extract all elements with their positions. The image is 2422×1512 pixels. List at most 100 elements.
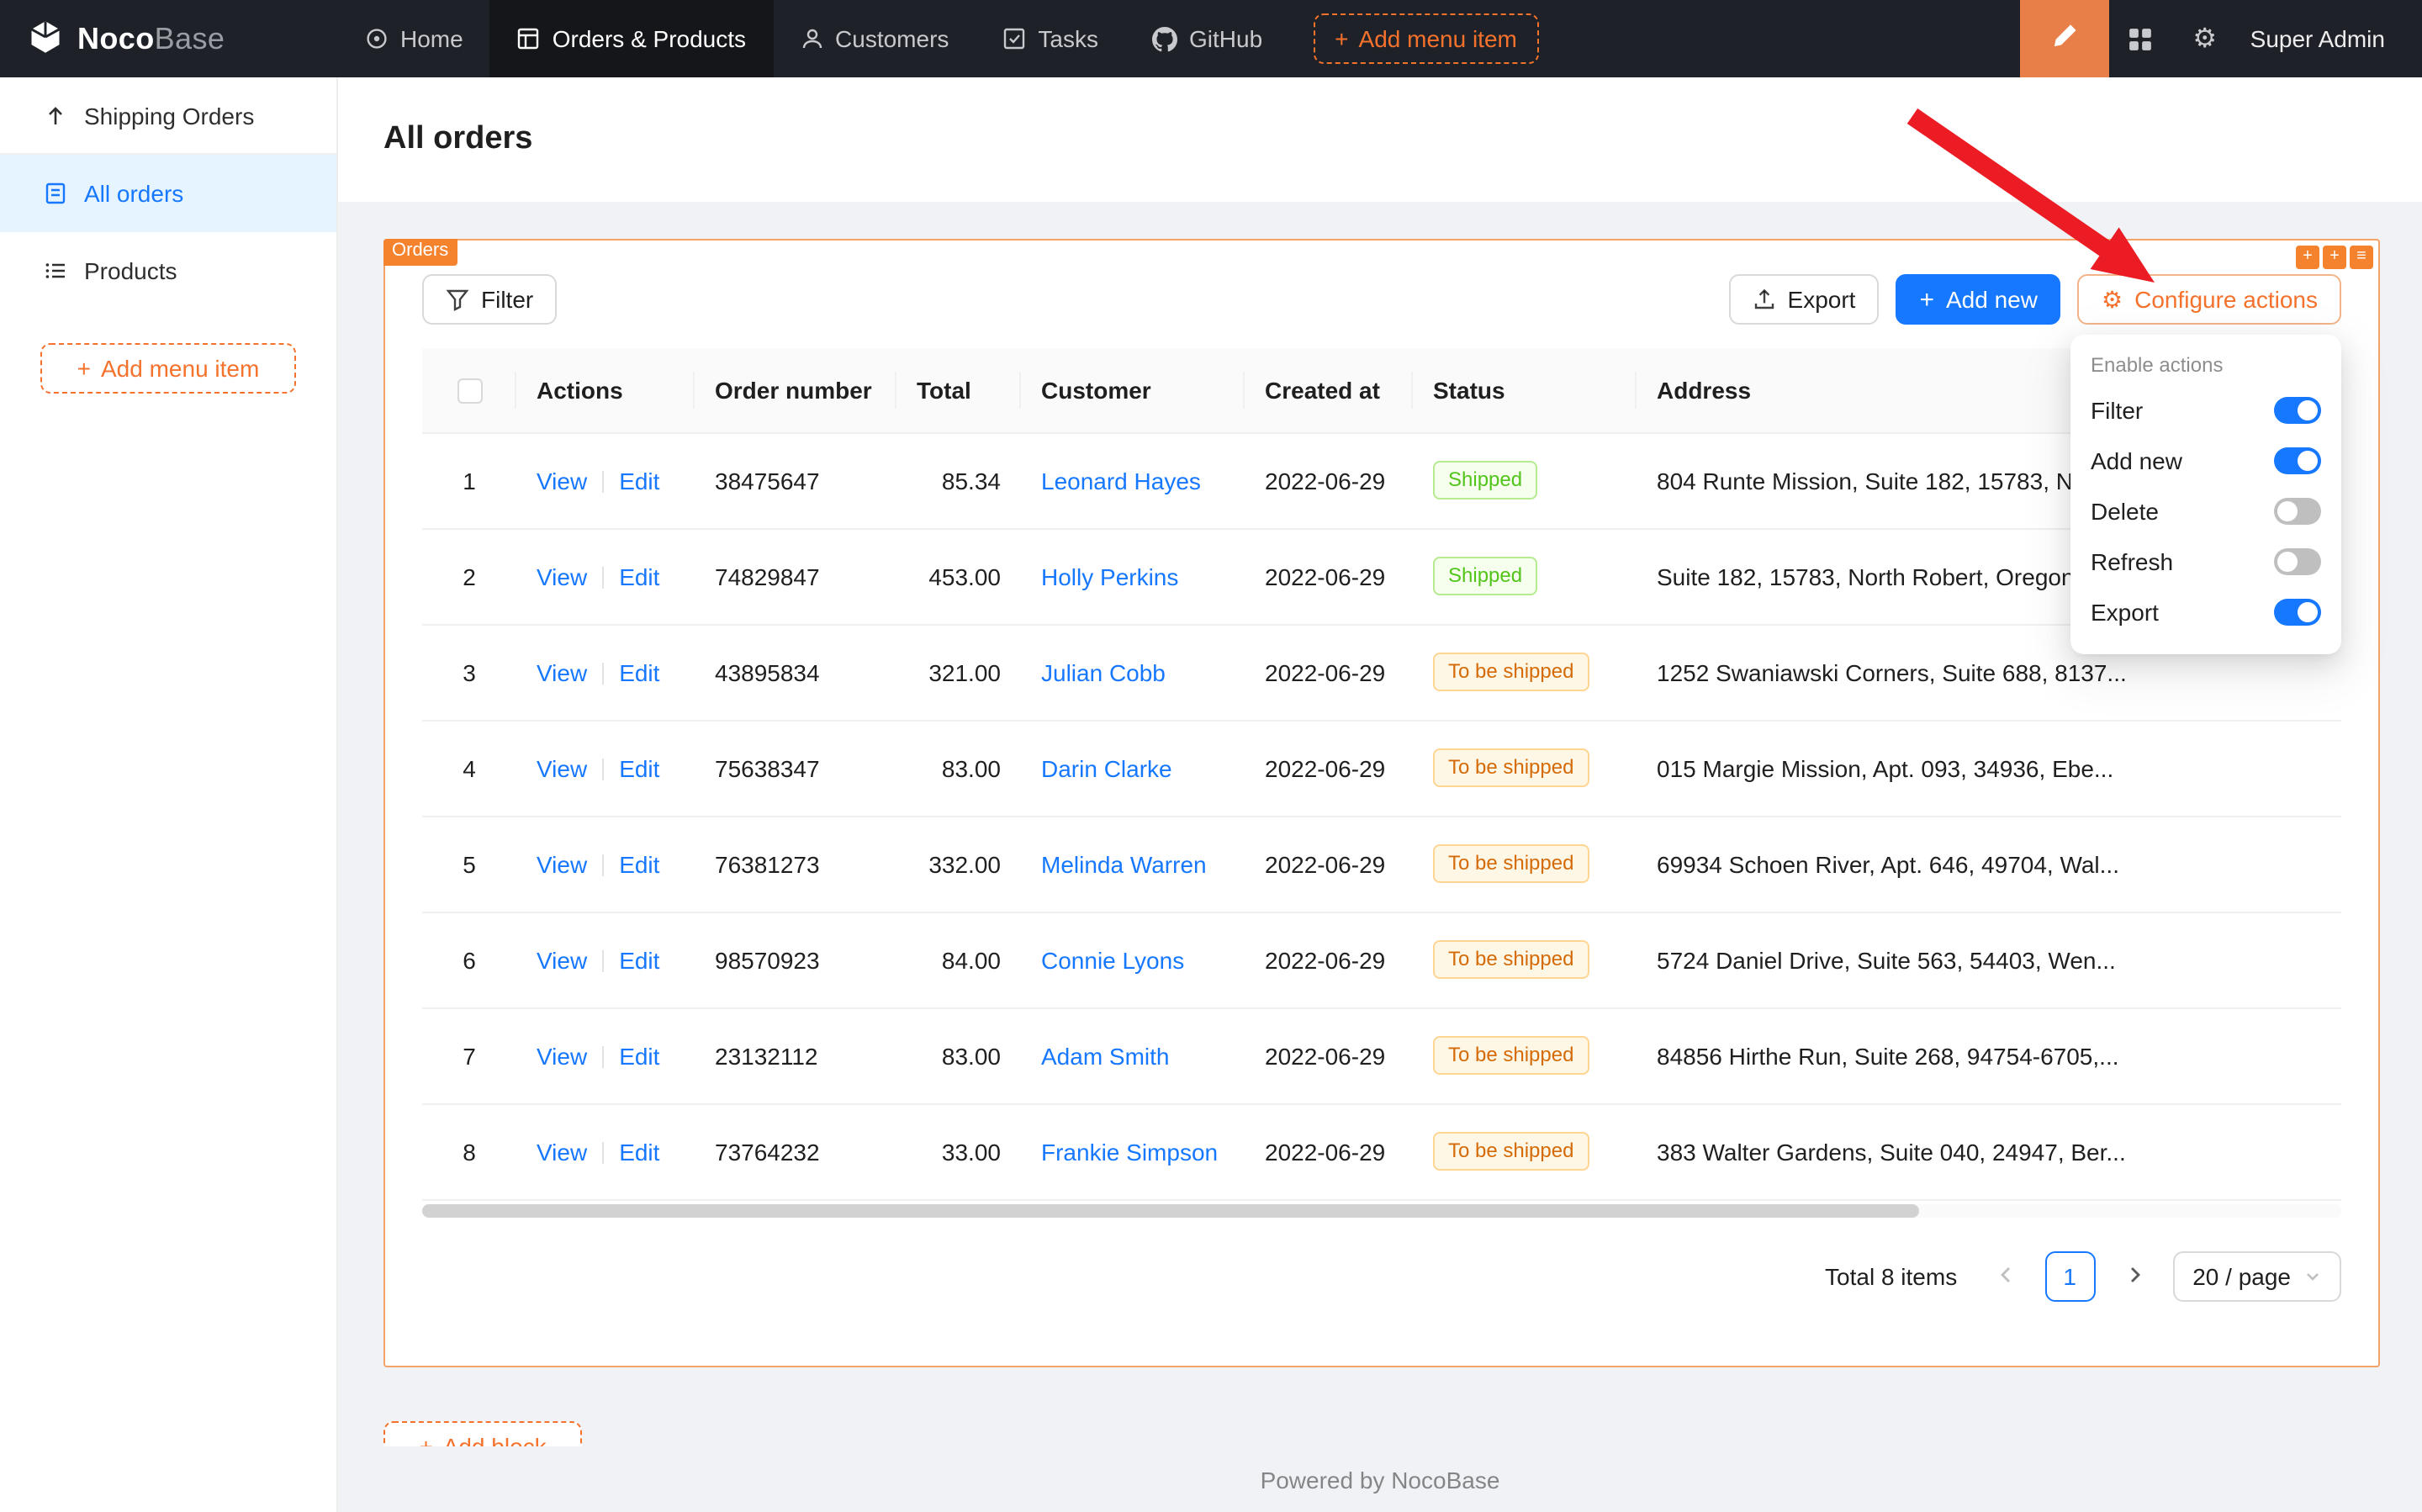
dropdown-title: Enable actions [2091,348,2321,385]
edit-link[interactable]: Edit [619,754,659,781]
edit-link[interactable]: Edit [619,850,659,877]
view-link[interactable]: View [537,658,587,685]
chevron-right-icon [2123,1262,2144,1289]
customer-link[interactable]: Leonard Hayes [1041,467,1201,494]
customer-link[interactable]: Darin Clarke [1041,754,1172,781]
ui-editor-toggle-button[interactable] [2020,0,2109,77]
pagination-next-button[interactable] [2108,1250,2159,1301]
customer-link[interactable]: Frankie Simpson [1041,1138,1218,1165]
toggle-delete[interactable] [2274,498,2321,525]
export-button[interactable]: Export [1729,274,1880,325]
add-new-button[interactable]: + Add new [1896,274,2061,325]
view-link[interactable]: View [537,946,587,973]
total-cell: 85.34 [896,432,1021,528]
order-number-cell: 75638347 [695,720,896,816]
view-link[interactable]: View [537,754,587,781]
actions-cell: View Edit [516,912,695,1007]
edit-link[interactable]: Edit [619,1138,659,1165]
settings-gear-icon[interactable]: ⚙ [2173,0,2237,77]
toggle-add-new[interactable] [2274,447,2321,474]
edit-link[interactable]: Edit [619,563,659,589]
toggle-export[interactable] [2274,599,2321,626]
row-index: 1 [422,432,516,528]
enable-actions-dropdown: Enable actions FilterAdd newDeleteRefres… [2070,335,2341,654]
actions-cell: View Edit [516,816,695,912]
edit-link[interactable]: Edit [619,1042,659,1069]
view-link[interactable]: View [537,563,587,589]
status-cell: To be shipped [1413,624,1637,720]
nav-item-customers[interactable]: Customers [773,0,976,77]
customer-link[interactable]: Adam Smith [1041,1042,1170,1069]
divider [602,951,604,973]
enable-action-filter: Filter [2091,385,2321,436]
sidebar-add-menu-item-button[interactable]: + Add menu item [40,343,296,394]
table-toolbar: Filter Export + Add new ⚙ [422,274,2341,325]
nav-item-orders-products[interactable]: Orders & Products [490,0,773,77]
edit-link[interactable]: Edit [619,658,659,685]
created-at-cell: 2022-06-29 [1245,1103,1413,1199]
add-block-button[interactable]: + Add block [383,1421,582,1446]
pagination-page-1[interactable]: 1 [2044,1250,2095,1301]
export-icon [1753,288,1776,311]
filter-button[interactable]: Filter [422,274,557,325]
view-link[interactable]: View [537,850,587,877]
page-title: All orders [383,121,532,158]
column-header-actions: Actions [516,348,695,432]
configure-actions-button[interactable]: ⚙ Configure actions [2078,274,2341,325]
view-link[interactable]: View [537,1042,587,1069]
status-cell: To be shipped [1413,720,1637,816]
status-cell: To be shipped [1413,1103,1637,1199]
toggle-filter[interactable] [2274,397,2321,424]
plugin-manager-icon[interactable] [2109,0,2173,77]
enable-actions-list: FilterAdd newDeleteRefreshExport [2091,385,2321,637]
github-icon [1152,26,1177,51]
add-icon[interactable]: + [2323,246,2346,269]
sidebar-item-all-orders[interactable]: All orders [0,155,336,232]
menu-icon[interactable]: ≡ [2350,246,2373,269]
select-all-checkbox[interactable] [457,378,482,404]
scrollbar-thumb[interactable] [422,1203,1919,1217]
user-name[interactable]: Super Admin [2237,25,2422,52]
table-row: 1 ViewEdit 38475647 85.34 Leonard Hayes … [422,432,2341,528]
table-row: 8 ViewEdit 73764232 33.00 Frankie Simpso… [422,1103,2341,1199]
nav-item-github[interactable]: GitHub [1125,0,1289,77]
sidebar: Shipping OrdersAll ordersProducts + Add … [0,77,338,1512]
toggle-refresh[interactable] [2274,548,2321,575]
sidebar-item-shipping-orders[interactable]: Shipping Orders [0,77,336,155]
edit-link[interactable]: Edit [619,946,659,973]
row-index: 2 [422,528,516,624]
created-at-cell: 2022-06-29 [1245,432,1413,528]
edit-link[interactable]: Edit [619,467,659,494]
add-block-button-clipped: + Add block [383,1421,589,1446]
nav-add-menu-item-button[interactable]: + Add menu item [1313,13,1539,64]
created-at-cell: 2022-06-29 [1245,528,1413,624]
horizontal-scrollbar[interactable] [422,1203,2341,1217]
customer-link[interactable]: Melinda Warren [1041,850,1207,877]
add-icon[interactable]: + [2296,246,2319,269]
page-size-select[interactable]: 20 / page [2172,1250,2341,1301]
created-at-cell: 2022-06-29 [1245,912,1413,1007]
column-header-total: Total [896,348,1021,432]
list-icon [44,259,67,283]
status-cell: Shipped [1413,528,1637,624]
view-link[interactable]: View [537,467,587,494]
orders-table-body: 1 ViewEdit 38475647 85.34 Leonard Hayes … [422,432,2341,1199]
customer-link[interactable]: Connie Lyons [1041,946,1184,973]
divider [602,568,604,589]
nocobase-logo[interactable]: NocoBase [0,18,338,60]
column-header-order-number: Order number [695,348,896,432]
customer-cell: Adam Smith [1021,1007,1245,1103]
nav-item-tasks[interactable]: Tasks [976,0,1125,77]
divider [602,855,604,877]
pen-icon [2050,22,2079,56]
orders-table: ActionsOrder numberTotalCustomerCreated … [422,348,2341,1200]
divider [602,1047,604,1069]
sidebar-item-products[interactable]: Products [0,232,336,309]
navbar-right: ⚙ Super Admin [2020,0,2422,77]
customer-link[interactable]: Julian Cobb [1041,658,1166,685]
nav-item-home[interactable]: Home [338,0,490,77]
customer-link[interactable]: Holly Perkins [1041,563,1178,589]
table-row: 5 ViewEdit 76381273 332.00 Melinda Warre… [422,816,2341,912]
view-link[interactable]: View [537,1138,587,1165]
pagination-prev-button[interactable] [1980,1250,2031,1301]
